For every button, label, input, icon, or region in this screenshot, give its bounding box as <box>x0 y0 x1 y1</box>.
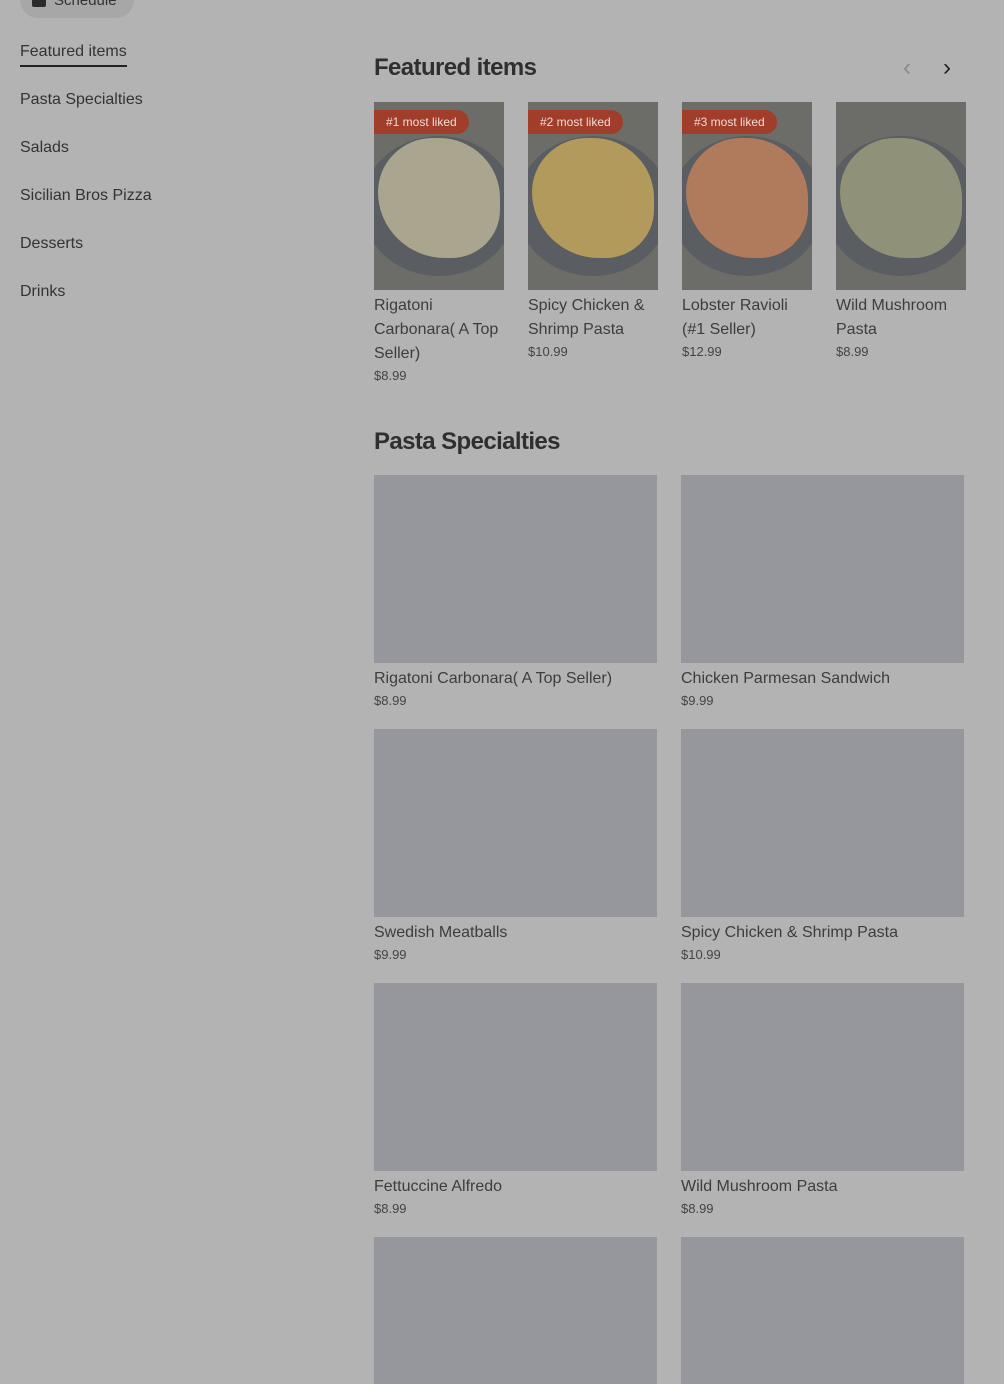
calendar-icon <box>32 0 46 7</box>
food-image: #2 most liked <box>528 102 658 290</box>
item-image-placeholder <box>374 729 657 917</box>
chevron-right-icon[interactable]: › <box>938 56 956 80</box>
item-image-placeholder <box>681 475 964 663</box>
menu-item-card[interactable]: Fettuccine Alfredo $8.99 <box>374 983 657 1216</box>
featured-header: Featured items ‹ › <box>374 54 964 86</box>
pasta-specialties-title: Pasta Specialties <box>374 428 561 455</box>
item-price: $8.99 <box>374 368 407 383</box>
item-price: $8.99 <box>374 693 407 708</box>
sidebar-item-sicilian-bros-pizza[interactable]: Sicilian Bros Pizza <box>20 184 320 232</box>
schedule-button[interactable]: Schedule <box>20 0 134 18</box>
carousel-controls: ‹ › <box>898 56 956 80</box>
item-price: $8.99 <box>681 1201 714 1216</box>
item-name: Chicken Parmesan Sandwich <box>681 670 890 687</box>
menu-item-card[interactable] <box>374 1237 657 1384</box>
featured-item-card[interactable]: #3 most liked Lobster Ravioli (#1 Seller… <box>682 102 812 383</box>
menu-item-card[interactable] <box>681 1237 964 1384</box>
item-image-placeholder <box>681 1237 964 1384</box>
item-image-placeholder <box>681 983 964 1171</box>
menu-item-card[interactable]: Swedish Meatballs $9.99 <box>374 729 657 962</box>
item-image-placeholder <box>374 475 657 663</box>
category-sidebar: Featured items Pasta Specialties Salads … <box>20 40 320 328</box>
menu-item-card[interactable]: Wild Mushroom Pasta $8.99 <box>681 983 964 1216</box>
most-liked-badge: #2 most liked <box>528 110 623 134</box>
menu-item-card[interactable]: Spicy Chicken & Shrimp Pasta $10.99 <box>681 729 964 962</box>
food-image: #3 most liked <box>682 102 812 290</box>
item-name: Wild Mushroom Pasta <box>836 297 948 338</box>
item-name: Wild Mushroom Pasta <box>681 1178 838 1195</box>
item-name: Lobster Ravioli (#1 Seller) <box>682 297 788 338</box>
item-price: $10.99 <box>528 344 568 359</box>
menu-item-card[interactable]: Chicken Parmesan Sandwich $9.99 <box>681 475 964 708</box>
item-name: Spicy Chicken & Shrimp Pasta <box>528 297 645 338</box>
item-name: Spicy Chicken & Shrimp Pasta <box>681 924 898 941</box>
item-name: Swedish Meatballs <box>374 924 508 941</box>
sidebar-item-drinks[interactable]: Drinks <box>20 280 320 328</box>
chevron-left-icon[interactable]: ‹ <box>898 56 916 80</box>
item-price: $12.99 <box>682 344 722 359</box>
featured-item-card[interactable]: Wild Mushroom Pasta $8.99 <box>836 102 966 383</box>
item-price: $10.99 <box>681 947 721 962</box>
featured-item-card[interactable]: #1 most liked Rigatoni Carbonara( A Top … <box>374 102 504 383</box>
most-liked-badge: #3 most liked <box>682 110 777 134</box>
item-image-placeholder <box>374 1237 657 1384</box>
featured-carousel: #1 most liked Rigatoni Carbonara( A Top … <box>374 102 974 383</box>
item-image-placeholder <box>374 983 657 1171</box>
pasta-specialties-grid: Rigatoni Carbonara( A Top Seller) $8.99 … <box>374 475 964 1384</box>
most-liked-badge: #1 most liked <box>374 110 469 134</box>
item-name: Rigatoni Carbonara( A Top Seller) <box>374 670 613 687</box>
schedule-label: Schedule <box>54 0 117 9</box>
sidebar-item-featured-items[interactable]: Featured items <box>20 40 320 88</box>
item-price: $8.99 <box>836 344 869 359</box>
item-image-placeholder <box>681 729 964 917</box>
food-image: #1 most liked <box>374 102 504 290</box>
sidebar-item-desserts[interactable]: Desserts <box>20 232 320 280</box>
item-price: $8.99 <box>374 1201 407 1216</box>
featured-item-card[interactable]: #2 most liked Spicy Chicken & Shrimp Pas… <box>528 102 658 383</box>
sidebar-item-pasta-specialties[interactable]: Pasta Specialties <box>20 88 320 136</box>
sidebar-item-salads[interactable]: Salads <box>20 136 320 184</box>
item-price: $9.99 <box>681 693 714 708</box>
food-image <box>836 102 966 290</box>
item-name: Rigatoni Carbonara( A Top Seller) <box>374 297 499 362</box>
item-price: $9.99 <box>374 947 407 962</box>
item-name: Fettuccine Alfredo <box>374 1178 503 1195</box>
featured-title: Featured items <box>374 54 537 81</box>
menu-item-card[interactable]: Rigatoni Carbonara( A Top Seller) $8.99 <box>374 475 657 708</box>
